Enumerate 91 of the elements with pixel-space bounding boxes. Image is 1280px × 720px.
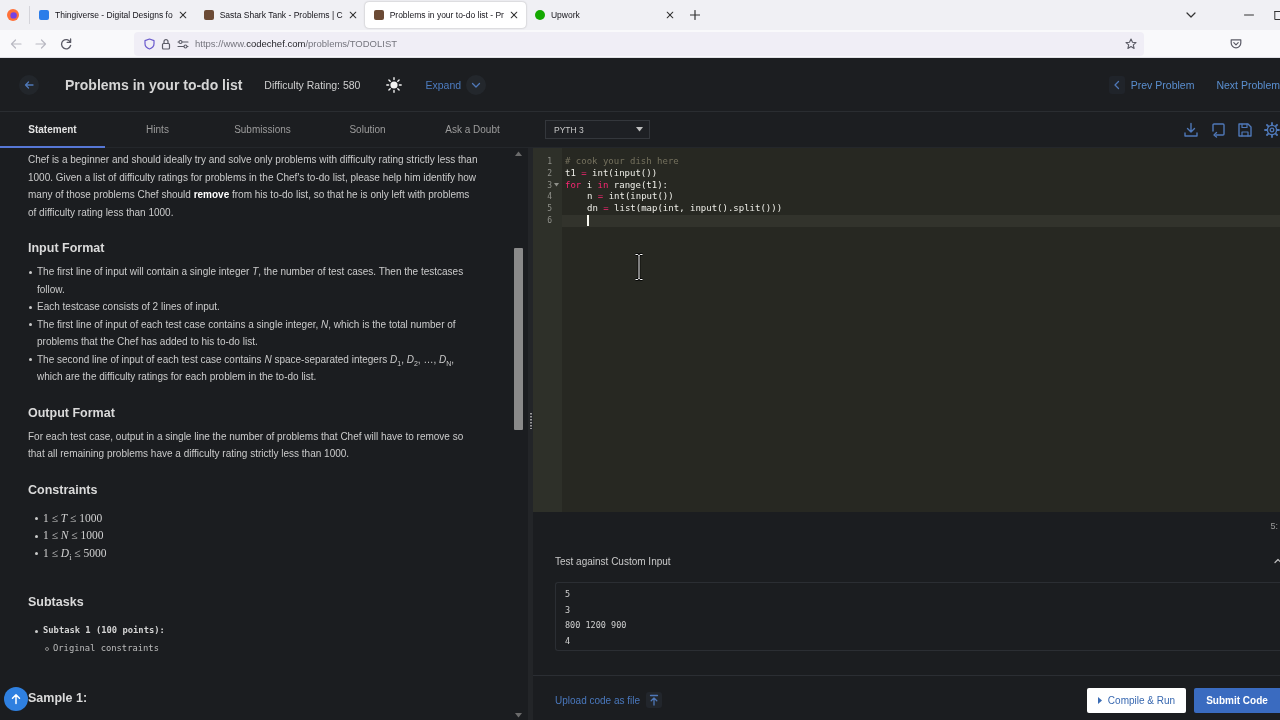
- paragraph: Chef is a beginner and should ideally try and solve only problems with difficulty rating strictly less than 1000. Given a list of difficulty ratings for problems in the Chef's to-do list, please help him identify how many of those problems Chef should remove from his to-do list, so that he is only left with problems of difficulty rating less than 1000.: [28, 153, 479, 220]
- scrollbar-thumb[interactable]: [514, 248, 523, 430]
- sun-icon[interactable]: [386, 76, 403, 93]
- address-bar[interactable]: https://www.codechef.com/problems/TODOLIST: [134, 31, 1144, 56]
- constraint-text: 1 ≤ N ≤ 1000: [43, 528, 104, 543]
- bullet-icon: [29, 305, 32, 309]
- line-number: 1: [546, 156, 552, 168]
- next-problem-link[interactable]: Next Problem: [1216, 78, 1280, 91]
- list-item-text: The second line of input of each test case contains N space-separated integers D$_{1}$, D$_{2}$, …, D$_{N}$, which are the difficulty ratings for each problem in the to-do list.: [37, 352, 456, 384]
- plus-icon[interactable]: [689, 10, 700, 20]
- star-icon[interactable]: [1125, 37, 1137, 50]
- scroll-top-button[interactable]: [4, 687, 28, 711]
- constraint-text: 1 ≤ T ≤ 1000: [43, 510, 103, 526]
- section-heading: Output Format: [28, 404, 116, 422]
- sliders-icon[interactable]: [177, 38, 189, 49]
- code-line: n = int(input()): [587, 191, 674, 204]
- drag-handle-icon[interactable]: [528, 413, 533, 429]
- maximize-icon[interactable]: [1274, 10, 1280, 20]
- browser-tab[interactable]: Upwork: [525, 2, 682, 28]
- square-arrow-icon[interactable]: [1210, 121, 1226, 138]
- panel-tab[interactable]: Statement: [0, 112, 105, 148]
- shield-icon[interactable]: [144, 37, 155, 50]
- subtask-detail: Original constraints: [53, 641, 159, 655]
- expand-link[interactable]: Expand: [425, 78, 462, 91]
- scroll-up-icon[interactable]: [515, 151, 522, 156]
- run-button[interactable]: Compile & Run: [1087, 687, 1186, 713]
- panel-tab[interactable]: Submissions: [210, 112, 315, 148]
- custom-input-field[interactable]: 5 3 800 1200 900 4: [555, 582, 1280, 651]
- upload-link[interactable]: Upload code as file: [555, 694, 641, 706]
- constraint-text: 1 ≤ D$_{i}$ ≤ 5000: [43, 545, 107, 562]
- close-icon[interactable]: [509, 11, 518, 19]
- fold-arrow-icon[interactable]: [554, 183, 559, 188]
- download-icon[interactable]: [1183, 121, 1199, 138]
- bullet-icon: [35, 517, 38, 520]
- line-number: 4: [546, 191, 552, 204]
- panel-tab[interactable]: Hints: [105, 112, 210, 148]
- section-heading: Input Format: [28, 240, 106, 257]
- caret-down-icon: [636, 127, 643, 132]
- language-select[interactable]: PYTH 3: [545, 120, 650, 139]
- prev-problem-link[interactable]: Prev Problem: [1130, 78, 1195, 91]
- list-item-text: Each testcase consists of 2 lines of input.: [37, 300, 220, 314]
- close-icon[interactable]: [665, 11, 674, 19]
- code-line: t1 = int(input()): [565, 167, 658, 180]
- lock-icon[interactable]: [161, 37, 171, 50]
- chevron-down-icon[interactable]: [1186, 10, 1196, 20]
- close-icon[interactable]: [178, 11, 187, 19]
- scroll-down-icon[interactable]: [515, 713, 522, 718]
- pocket-icon[interactable]: [1230, 37, 1242, 50]
- problem-title: Problems in your to-do list: [65, 76, 243, 93]
- line-number: 2: [546, 167, 552, 180]
- custom-input-title: Test against Custom Input: [555, 555, 671, 567]
- save-icon[interactable]: [1237, 121, 1253, 138]
- text-cursor-icon: [634, 253, 644, 281]
- code-line: dn = list(map(int, input().split())): [587, 203, 783, 215]
- list-item-text: The first line of input will contain a single integer T, the number of test cases. Then the testcases follow.: [37, 265, 465, 297]
- difficulty-rating: Difficulty Rating: 580: [264, 78, 361, 91]
- chevron-up-icon[interactable]: [1274, 558, 1280, 564]
- panel-tab[interactable]: Ask a Doubt: [420, 112, 525, 148]
- caret-right-icon: [1097, 696, 1102, 704]
- bullet-icon: [29, 323, 32, 326]
- text-caret: [587, 215, 589, 227]
- section-heading: Sample 1:: [28, 690, 89, 707]
- list-item-text: The first line of input of each test case contains a single integer, N, which is the total number of problems that the Chef has added to his to-do list.: [37, 317, 457, 349]
- code-line: # cook your dish here: [565, 156, 679, 168]
- line-number: 3: [546, 179, 552, 192]
- section-heading: Constraints: [28, 481, 99, 499]
- line-number: 6: [546, 215, 552, 227]
- close-icon[interactable]: [348, 11, 357, 19]
- line-number: 5: [546, 203, 552, 215]
- bullet-icon: [29, 358, 32, 361]
- cursor-position: 5:: [1270, 521, 1278, 531]
- upload-icon[interactable]: [646, 692, 663, 708]
- reload-icon[interactable]: [60, 37, 72, 50]
- panel-tab[interactable]: Solution: [315, 112, 420, 148]
- arrow-up-icon: [10, 693, 22, 705]
- bullet-icon: [35, 629, 38, 633]
- settings-icon[interactable]: [1264, 121, 1280, 138]
- browser-tab[interactable]: Problems in your to-do list - Pr: [364, 2, 526, 28]
- browser-tab[interactable]: Thingiverse - Digital Designs fo: [30, 2, 195, 28]
- code-editor[interactable]: 1 # cook your dish here 2 t1 = int(input()) 3 for i in range(t1): 4 n = int(input()) 5 dn = list(map(int, input().split())) 6: [533, 148, 1280, 512]
- code-line: for i in range(t1):: [565, 179, 668, 192]
- bullet-icon: [35, 552, 38, 555]
- submit-button[interactable]: Submit Code: [1194, 687, 1280, 713]
- section-heading: Subtasks: [28, 594, 85, 611]
- chevron-left-icon[interactable]: [1108, 75, 1125, 94]
- bullet-icon: [35, 534, 38, 538]
- subtask-title: Subtask 1 (100 points):: [43, 624, 165, 637]
- bullet-icon: [29, 270, 32, 274]
- paragraph: For each test case, output in a single line the number of problems that Chef will have to remove so that all remaining problems have a difficulty rating strictly less than 1000.: [28, 429, 465, 461]
- browser-tab[interactable]: Sasta Shark Tank - Problems | C: [194, 2, 365, 28]
- browser-logo-icon[interactable]: [7, 9, 19, 21]
